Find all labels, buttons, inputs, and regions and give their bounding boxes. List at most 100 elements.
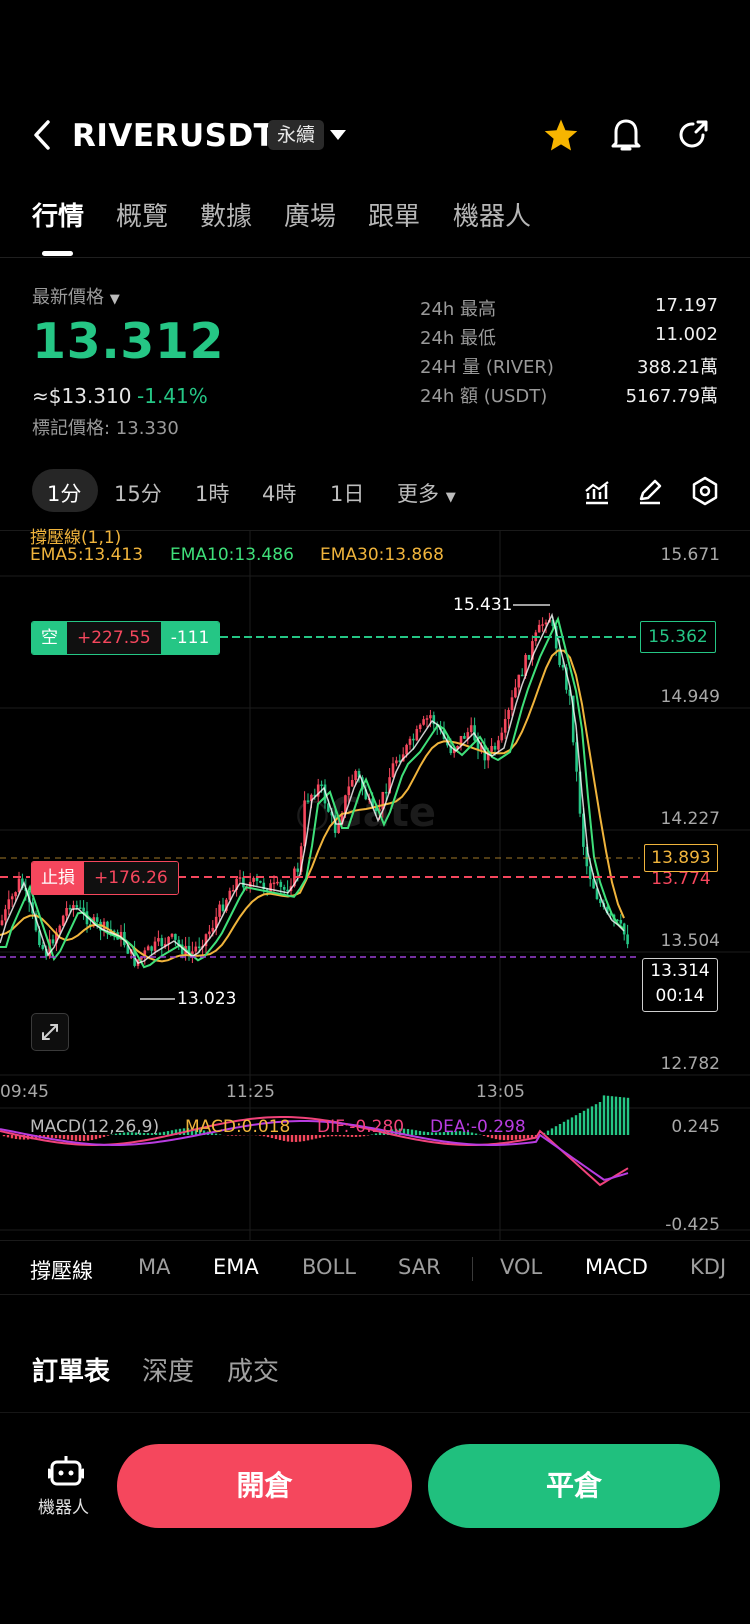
- bell-icon[interactable]: [609, 116, 643, 158]
- position-price-tag: 15.362: [640, 621, 716, 653]
- stop-loss-tag[interactable]: 止損 +176.26: [31, 861, 179, 895]
- candle-body: [463, 735, 466, 739]
- last-price-label[interactable]: 最新價格 ▼: [32, 283, 120, 309]
- candle-body: [197, 946, 201, 949]
- active-tab-indicator: [42, 251, 73, 256]
- candle-body: [405, 744, 408, 755]
- symbol-dropdown-icon[interactable]: [329, 127, 347, 146]
- candle-body: [500, 732, 504, 741]
- candle-body: [7, 899, 11, 910]
- candle-body: [259, 880, 262, 883]
- candle-body: [337, 824, 340, 833]
- candle-countdown: 00:14: [655, 986, 705, 1006]
- share-icon[interactable]: [676, 118, 710, 156]
- candle-body: [520, 674, 524, 677]
- candle-body: [153, 941, 157, 951]
- mark-price: 標記價格: 13.330: [32, 418, 179, 439]
- candle-body: [282, 886, 286, 890]
- divider: [0, 1412, 750, 1413]
- stat-value: 11.002: [655, 324, 718, 345]
- star-icon[interactable]: [543, 118, 579, 156]
- candle-body: [242, 877, 245, 888]
- indicator-tab-vol[interactable]: VOL: [500, 1255, 542, 1279]
- macd-y-label: -0.425: [665, 1215, 720, 1235]
- position-tag[interactable]: 空 +227.55 -111: [31, 621, 221, 655]
- interval-15m[interactable]: 15分: [114, 478, 162, 508]
- tab-depth[interactable]: 深度: [142, 1351, 194, 1388]
- dea-label: DEA:-0.298: [430, 1117, 526, 1137]
- indicator-tab-ma[interactable]: MA: [138, 1255, 170, 1279]
- kline-chart[interactable]: ○Gate 撐壓線(1,1) EMA5:13.413 EMA10:13.486 …: [0, 528, 750, 1240]
- candle-body: [146, 946, 150, 951]
- candle-body: [415, 729, 419, 741]
- stat-value: 17.197: [655, 295, 718, 316]
- candle-body: [276, 881, 279, 884]
- tab-square[interactable]: 廣場: [284, 196, 336, 233]
- position-pnl: +227.55: [67, 622, 161, 654]
- ema30-label: EMA30:13.868: [320, 545, 444, 565]
- indicator-tab-sar[interactable]: SAR: [398, 1255, 441, 1279]
- candle-body: [320, 784, 323, 786]
- back-icon[interactable]: [30, 118, 56, 152]
- candle-body: [252, 877, 255, 882]
- robot-label[interactable]: 機器人: [38, 1493, 89, 1518]
- open-position-button[interactable]: 開倉: [117, 1444, 412, 1528]
- candle-body: [303, 800, 306, 847]
- high-marker-label: 15.431: [453, 595, 513, 615]
- interval-1m[interactable]: 1分: [47, 478, 81, 508]
- candle-body: [221, 904, 225, 911]
- indicator-tab-sr[interactable]: 撐壓線: [30, 1255, 93, 1285]
- candle-body: [211, 927, 215, 932]
- candle-body: [412, 738, 415, 741]
- candle-body: [160, 938, 164, 947]
- candle-body: [619, 920, 623, 924]
- position-qty: -111: [160, 622, 220, 654]
- candle-body: [17, 878, 21, 893]
- tab-order-book[interactable]: 訂單表: [32, 1351, 110, 1388]
- close-position-button[interactable]: 平倉: [428, 1444, 720, 1528]
- candle-body: [272, 882, 276, 885]
- candle-body: [497, 740, 500, 750]
- dif-label: DIF:-0.280: [317, 1117, 405, 1137]
- tab-data[interactable]: 數據: [200, 196, 252, 233]
- candle-body: [95, 917, 99, 922]
- indicator-tab-ema[interactable]: EMA: [213, 1255, 259, 1279]
- indicator-settings-icon[interactable]: [583, 478, 611, 510]
- current-price: 13.314: [650, 961, 710, 981]
- draw-icon[interactable]: [636, 477, 664, 509]
- chart-settings-icon[interactable]: [690, 476, 720, 510]
- change-percent: -1.41%: [137, 384, 208, 408]
- candle-body: [0, 920, 4, 925]
- symbol-title[interactable]: RIVERUSDT: [72, 118, 275, 154]
- current-price-tag: 13.314 00:14: [642, 958, 718, 1012]
- indicator-tab-kdj[interactable]: KDJ: [690, 1255, 726, 1279]
- candle-body: [429, 715, 432, 719]
- interval-1d[interactable]: 1日: [330, 478, 364, 508]
- tab-bots[interactable]: 機器人: [453, 196, 531, 233]
- divider: [0, 1294, 750, 1295]
- indicator-tab-boll[interactable]: BOLL: [302, 1255, 356, 1279]
- indicator-tab-macd[interactable]: MACD: [585, 1255, 648, 1279]
- low-marker-label: 13.023: [177, 989, 237, 1009]
- tab-trades[interactable]: 成交: [227, 1351, 279, 1388]
- macd-params-label: MACD(12,26,9): [30, 1117, 160, 1137]
- x-axis-label: 13:05: [476, 1082, 525, 1102]
- tab-market[interactable]: 行情: [32, 196, 84, 233]
- tab-overview[interactable]: 概覽: [116, 196, 168, 233]
- interval-4h[interactable]: 4時: [262, 478, 296, 508]
- stat-key: 24h 最高: [420, 299, 497, 320]
- candle-body: [354, 770, 357, 780]
- robot-icon[interactable]: [47, 1454, 85, 1492]
- tab-copy-trading[interactable]: 跟單: [368, 196, 420, 233]
- macd-value-label: MACD:0.018: [185, 1117, 291, 1137]
- stat-key: 24h 額 (USDT): [420, 386, 548, 407]
- fullscreen-icon[interactable]: [31, 1013, 69, 1051]
- y-axis-label: 13.504: [660, 931, 720, 951]
- candle-body: [269, 883, 272, 893]
- interval-more[interactable]: 更多 ▼: [397, 478, 456, 508]
- candle-body: [517, 674, 521, 688]
- interval-1h[interactable]: 1時: [195, 478, 229, 508]
- perpetual-badge: 永續: [268, 120, 325, 150]
- divider: [472, 1257, 473, 1281]
- candle-body: [58, 925, 62, 933]
